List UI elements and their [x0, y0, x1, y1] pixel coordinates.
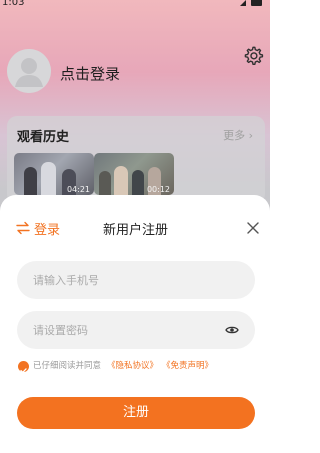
- history-thumbnail[interactable]: 04:21: [14, 153, 94, 195]
- sheet-title: 新用户注册: [103, 223, 169, 238]
- switch-login-label: 登录: [34, 223, 61, 238]
- signal-battery-icon: [240, 0, 262, 6]
- gear-icon[interactable]: [242, 44, 264, 66]
- phone-input[interactable]: [33, 261, 213, 299]
- profile-screen: 1:03 点击登录 观看历史 更多 › 04:21 00:12 登录 新用户注册…: [0, 0, 270, 453]
- thumbnail-figure: [24, 167, 37, 195]
- status-bar: 1:03: [0, 0, 270, 12]
- agreement-row: 已仔细阅读并同意 《隐私协议》 《免责声明》: [18, 360, 258, 374]
- register-sheet: 登录 新用户注册 已仔细阅读并同意 《隐私协议》 《免责声明》: [0, 195, 270, 453]
- eye-icon[interactable]: [225, 323, 239, 337]
- agreement-checkbox[interactable]: [18, 361, 29, 373]
- watch-history-card: 观看历史 更多 › 04:21 00:12: [7, 116, 265, 204]
- password-field: [17, 311, 255, 349]
- swap-arrows-icon: [16, 221, 30, 235]
- thumbnail-figure: [114, 166, 128, 195]
- check-icon: [20, 368, 27, 373]
- history-title: 观看历史: [17, 130, 70, 145]
- login-prompt[interactable]: 点击登录: [60, 63, 120, 84]
- status-time: 1:03: [2, 0, 25, 8]
- privacy-policy-link[interactable]: 《隐私协议》: [107, 360, 158, 373]
- history-more-link[interactable]: 更多 ›: [223, 127, 253, 143]
- thumbnail-figure: [99, 171, 111, 195]
- agreement-text: 已仔细阅读并同意: [33, 361, 102, 371]
- register-button[interactable]: 注册: [17, 397, 255, 429]
- history-thumbnail[interactable]: 00:12: [94, 153, 174, 195]
- thumbnail-figure: [41, 162, 56, 195]
- close-icon[interactable]: [247, 222, 259, 234]
- profile-row: 点击登录: [7, 46, 264, 97]
- thumbnail-figure: [132, 170, 144, 195]
- history-duration: 00:12: [146, 185, 170, 194]
- phone-field: [17, 261, 255, 299]
- avatar[interactable]: [7, 49, 51, 93]
- user-avatar-icon: [7, 49, 51, 93]
- history-duration: 04:21: [66, 185, 90, 194]
- disclaimer-link[interactable]: 《免责声明》: [162, 360, 213, 373]
- password-input[interactable]: [33, 311, 213, 349]
